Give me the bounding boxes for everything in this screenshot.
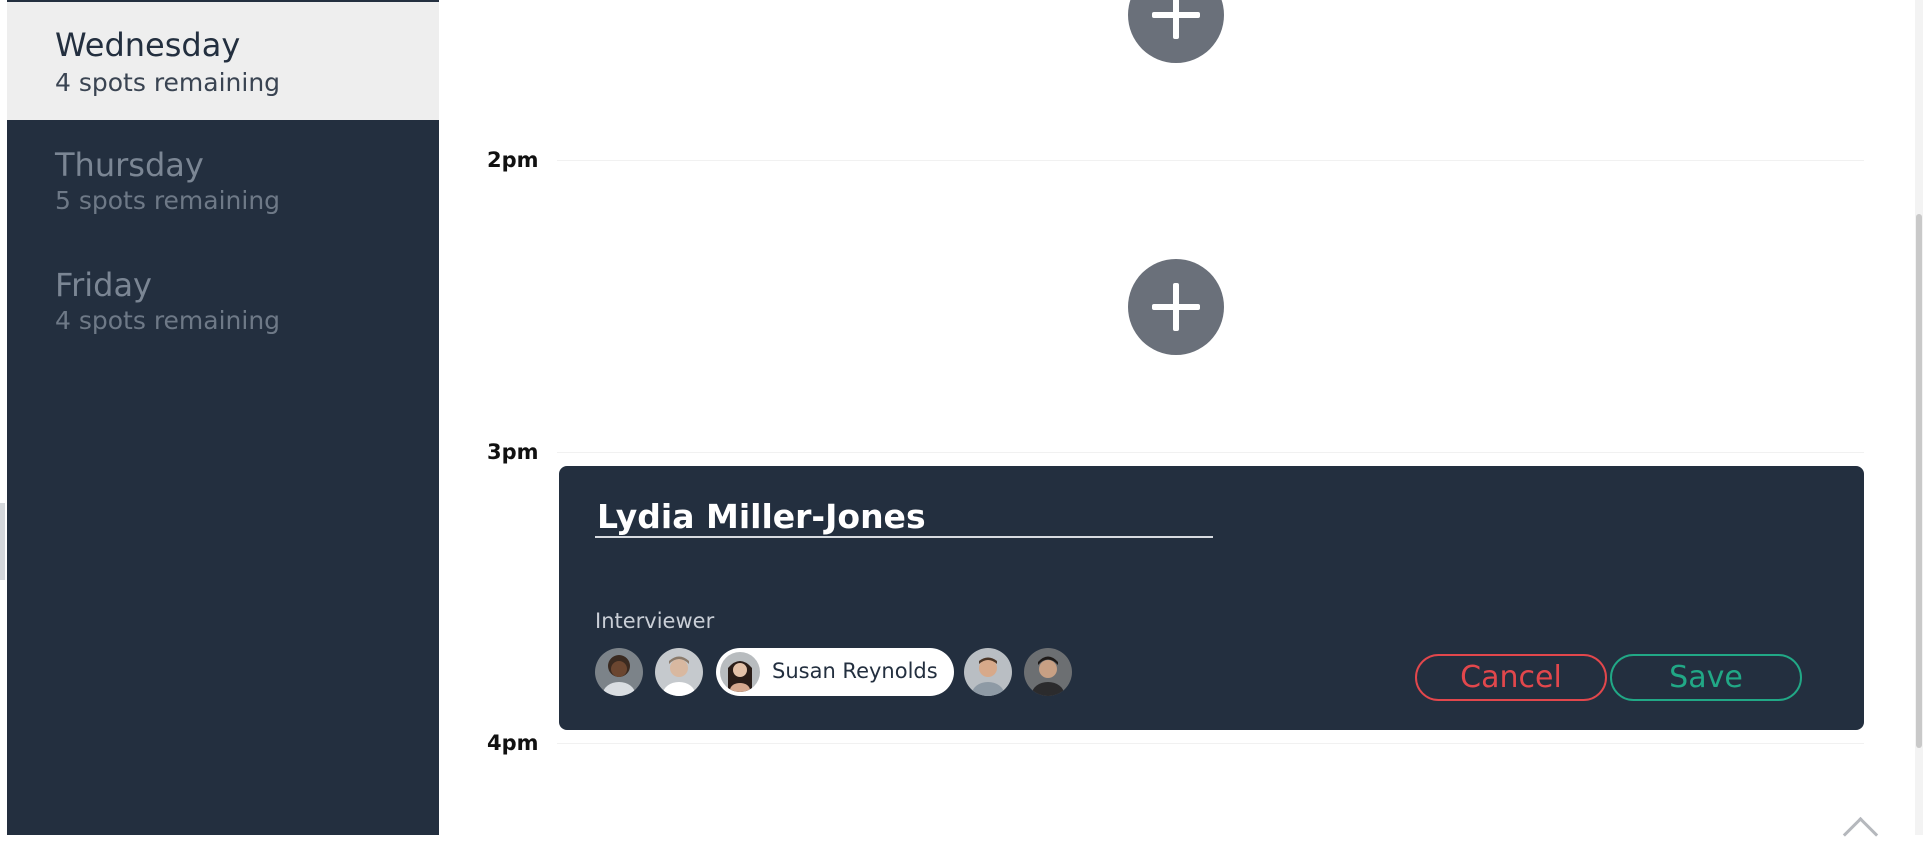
spots-remaining: 4 spots remaining (55, 306, 281, 335)
time-label-4pm: 4pm (487, 731, 539, 755)
hour-divider (557, 743, 1864, 744)
selected-interviewer-chip[interactable]: Susan Reynolds (716, 648, 954, 696)
day-name: Wednesday (55, 26, 241, 64)
scrollbar-thumb[interactable] (1916, 214, 1922, 748)
day-item-wednesday[interactable]: Wednesday 4 spots remaining (7, 0, 439, 120)
interviewer-avatar (720, 652, 760, 692)
day-item-thursday[interactable]: Thursday 5 spots remaining (7, 122, 439, 242)
add-slot-plus-icon[interactable] (1128, 0, 1224, 63)
day-sidebar: Wednesday 4 spots remaining Thursday 5 s… (7, 0, 439, 835)
spots-remaining: 5 spots remaining (55, 186, 281, 215)
schedule-area: 2pm 3pm Interviewer Susan Reynolds Cance… (439, 0, 1915, 835)
add-slot-plus-icon[interactable] (1128, 259, 1224, 355)
day-name: Thursday (55, 146, 204, 184)
left-edge (0, 0, 7, 835)
interviewer-avatar[interactable] (595, 648, 643, 696)
hour-divider (557, 452, 1864, 453)
candidate-name-input[interactable] (595, 496, 1213, 538)
day-item-friday[interactable]: Friday 4 spots remaining (7, 242, 439, 362)
cancel-button[interactable]: Cancel (1415, 654, 1607, 701)
interviewer-name: Susan Reynolds (772, 659, 938, 683)
save-button[interactable]: Save (1610, 654, 1802, 701)
interviewer-avatar[interactable] (1024, 648, 1072, 696)
time-label-3pm: 3pm (487, 440, 539, 464)
collapse-tab[interactable] (0, 503, 5, 580)
day-name: Friday (55, 266, 152, 304)
interviewer-label: Interviewer (595, 609, 715, 633)
interviewer-avatar[interactable] (964, 648, 1012, 696)
booking-card: Interviewer Susan Reynolds Cancel Save (559, 466, 1864, 730)
spots-remaining: 4 spots remaining (55, 68, 281, 97)
time-label-2pm: 2pm (487, 148, 539, 172)
interviewer-avatar[interactable] (655, 648, 703, 696)
hour-divider (557, 160, 1864, 161)
scrollbar[interactable] (1915, 0, 1923, 835)
